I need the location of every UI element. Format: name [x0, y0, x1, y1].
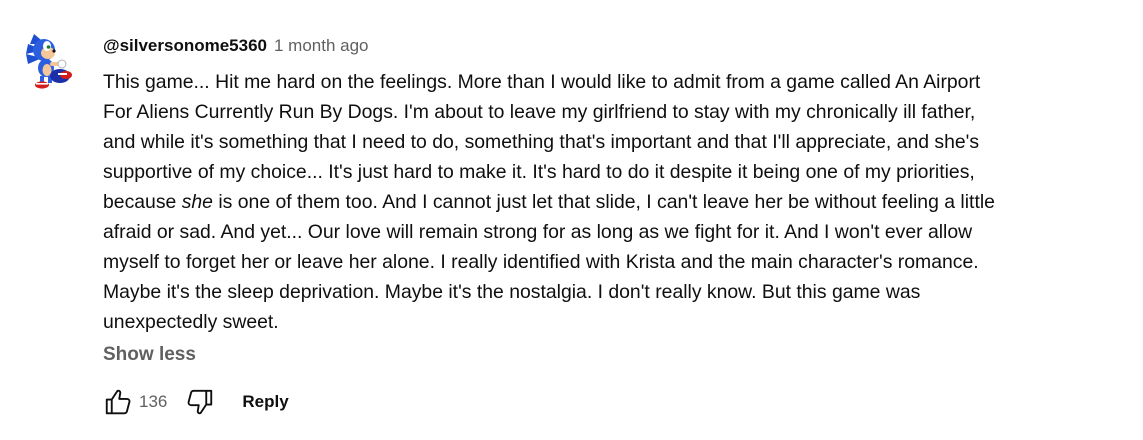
dislike-button[interactable] [183, 385, 217, 419]
comment-header: @silversonome5360 1 month ago [103, 36, 1113, 58]
comment-actions: 136 Reply [101, 384, 289, 420]
comment-text-line: myself to forget her or leave her alone.… [103, 251, 979, 273]
like-count: 136 [139, 392, 168, 411]
comment-text: This game... Hit me hard on the feelings… [103, 67, 1113, 337]
comment-text-line: supportive of my choice... It's just har… [103, 161, 975, 183]
comment-text-fragment: is one of them too. And I cannot just le… [212, 191, 995, 213]
avatar[interactable] [20, 30, 82, 92]
like-button[interactable] [101, 385, 135, 419]
show-less-button[interactable]: Show less [103, 344, 196, 366]
comment-body: @silversonome5360 1 month ago This game.… [103, 36, 1113, 366]
comment-thread: @silversonome5360 1 month ago This game.… [0, 0, 1143, 440]
comment-text-line: unexpectedly sweet. [103, 311, 279, 333]
reply-button[interactable]: Reply [242, 392, 288, 412]
comment-text-line: This game... Hit me hard on the feelings… [103, 71, 981, 93]
comment-text-line: because she is one of them too. And I ca… [103, 187, 1113, 217]
comment-text-line: and while it's something that I need to … [103, 131, 980, 153]
thumbs-up-icon [105, 389, 131, 415]
comment-text-emphasis: she [181, 191, 213, 213]
comment-text-line: Maybe it's the sleep deprivation. Maybe … [103, 281, 921, 303]
comment-timestamp[interactable]: 1 month ago [274, 36, 369, 56]
comment-text-line: For Aliens Currently Run By Dogs. I'm ab… [103, 101, 976, 123]
author-name[interactable]: @silversonome5360 [103, 36, 267, 56]
thumbs-down-icon [187, 389, 213, 415]
comment-text-fragment: because [103, 191, 182, 213]
comment-text-line: afraid or sad. And yet... Our love will … [103, 221, 973, 243]
sonic-character-icon [26, 34, 72, 89]
